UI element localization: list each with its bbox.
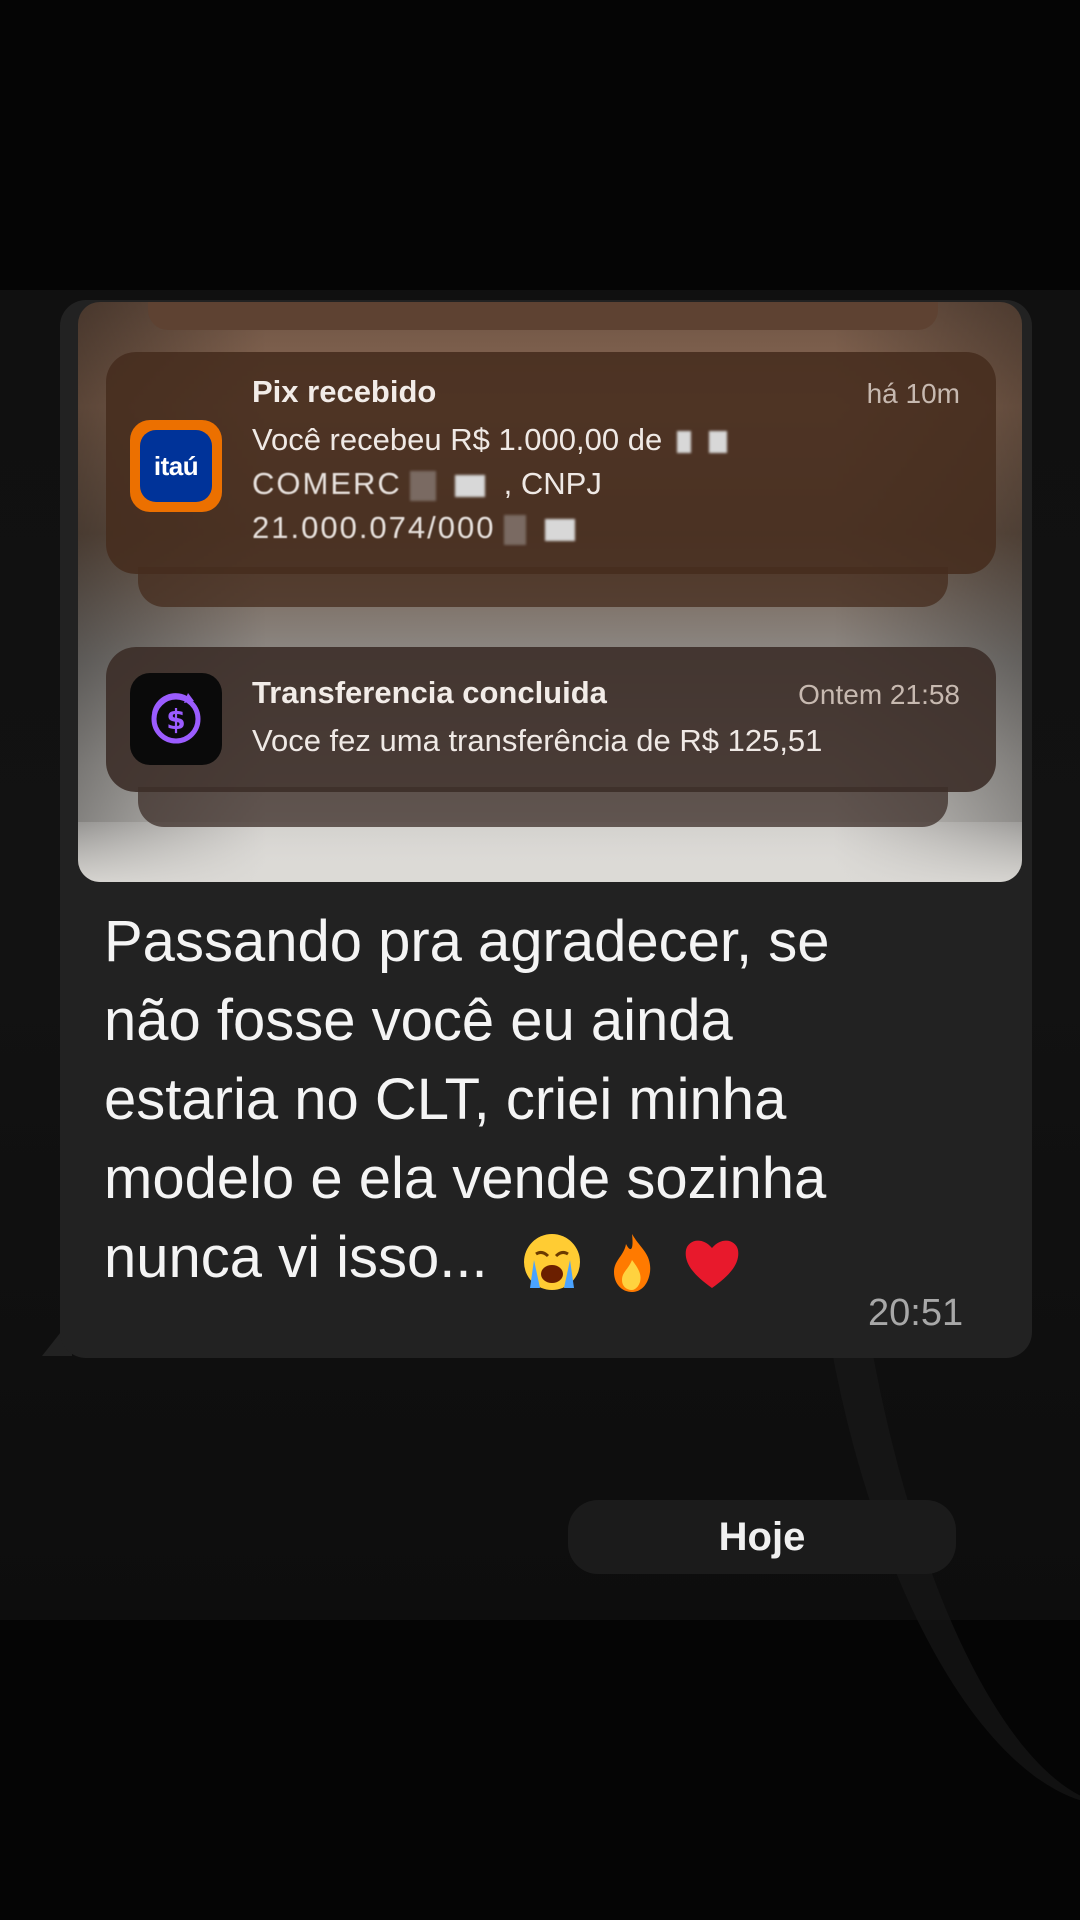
itau-icon: itaú <box>130 420 222 512</box>
notification-title: Pix recebido <box>252 374 437 409</box>
message-line: nunca vi isso... <box>104 1225 488 1290</box>
notification-time: Ontem 21:58 <box>798 679 960 710</box>
red-heart-emoji <box>685 1240 739 1288</box>
redaction-mark <box>410 470 437 501</box>
itau-logo-text: itaú <box>153 450 199 481</box>
notification-pix: itaú Pix recebido há 10m Você recebeu R$… <box>106 352 996 574</box>
garbled-text: COMERC <box>252 466 402 501</box>
emoji-group <box>504 1230 744 1294</box>
message-line: Passando pra agradecer, se <box>104 909 830 974</box>
message-line-last: nunca vi isso... <box>104 1218 974 1297</box>
message-timestamp: 20:51 <box>868 1292 964 1334</box>
redaction-mark <box>504 514 527 545</box>
svg-text:$: $ <box>166 703 185 736</box>
fire-emoji <box>613 1233 650 1292</box>
notification-body-line: 21.000.074/000 <box>252 506 972 550</box>
notification-body-line: Você recebeu R$ 1.000,00 de <box>252 418 972 462</box>
message-image[interactable]: itaú Pix recebido há 10m Você recebeu R$… <box>78 302 1022 882</box>
notification-body: Voce fez uma transferência de R$ 125,51 <box>252 723 823 758</box>
redaction-mark <box>709 430 728 453</box>
garbled-text: 21.000.074/000 <box>252 510 496 545</box>
notification-body: Você recebeu R$ 1.000,00 de COMERC , CNP… <box>252 418 972 550</box>
notification-transfer: $ Transferencia concluida Ontem 21:58 Vo… <box>106 647 996 792</box>
image-top-notification-edge <box>148 302 938 330</box>
itau-logo: itaú <box>140 430 212 502</box>
redaction-mark <box>544 518 575 541</box>
redaction-mark <box>455 474 486 497</box>
message-line: modelo e ela vende sozinha <box>104 1146 827 1211</box>
notification-title: Transferencia concluida <box>252 675 607 710</box>
crying-face-emoji <box>523 1233 580 1290</box>
notification-body-line: COMERC , CNPJ <box>252 462 972 506</box>
notification-stack-shadow <box>138 787 948 827</box>
message-text: Passando pra agradecer, se não fosse voc… <box>104 902 974 1297</box>
date-separator: Hoje <box>568 1500 956 1574</box>
notification-body-text: , CNPJ <box>503 466 602 501</box>
dollar-transfer-icon: $ <box>130 673 222 765</box>
message-line: não fosse você eu ainda <box>104 988 733 1053</box>
message-line: estaria no CLT, criei minha <box>104 1067 787 1132</box>
redaction-mark <box>676 430 691 453</box>
notification-time: há 10m <box>866 378 960 409</box>
notification-body-text: Você recebeu R$ 1.000,00 de <box>252 422 663 457</box>
image-bottom-highlight <box>78 822 1022 882</box>
